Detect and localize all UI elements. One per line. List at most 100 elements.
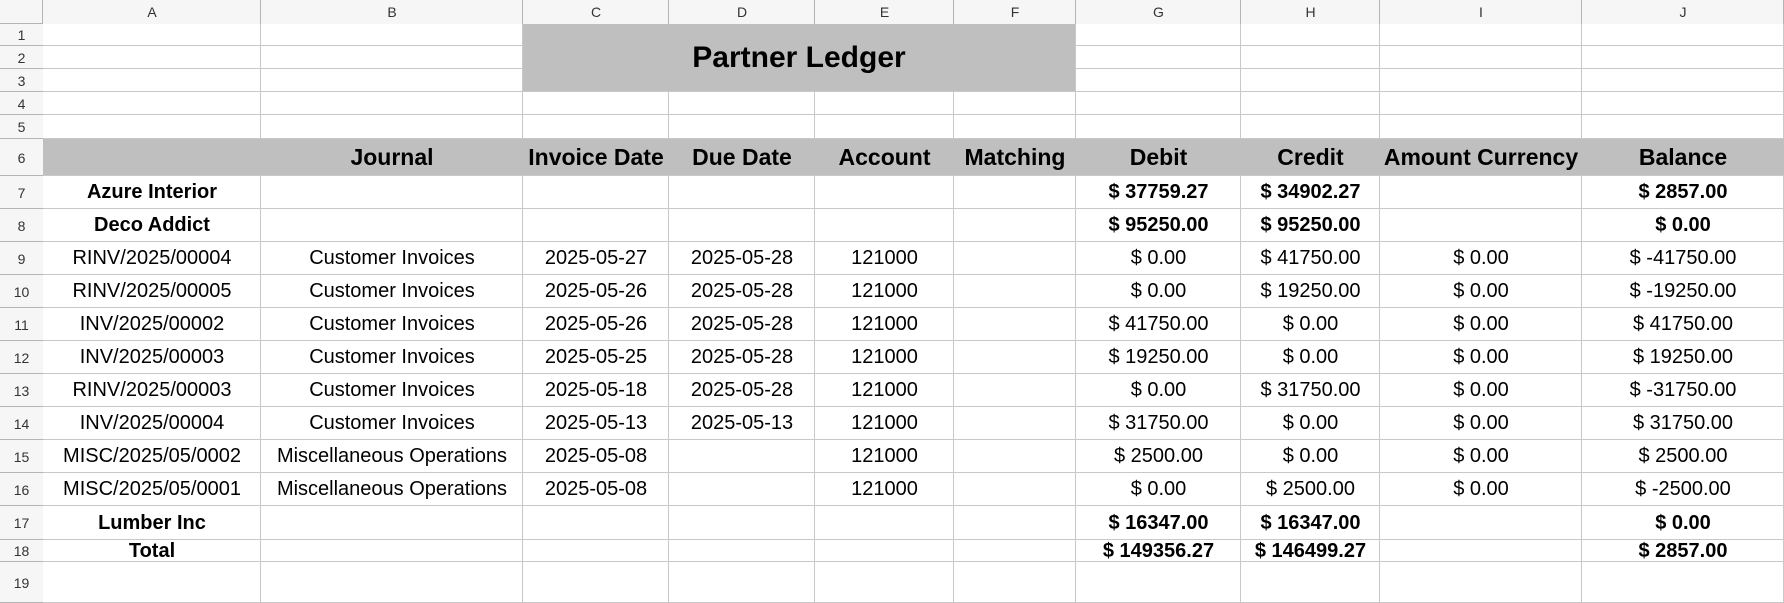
ledger-line-cell[interactable]: Miscellaneous Operations bbox=[261, 440, 523, 473]
ledger-line-cell[interactable]: $ 2500.00 bbox=[1241, 473, 1380, 506]
row-header-5[interactable]: 5 bbox=[0, 115, 43, 139]
partner-subtotal-cell[interactable] bbox=[669, 209, 815, 242]
partner-subtotal-cell[interactable] bbox=[954, 176, 1076, 209]
ledger-line-cell[interactable]: 2025-05-28 bbox=[669, 275, 815, 308]
total-cell[interactable] bbox=[1380, 540, 1582, 562]
invoice-date-header[interactable]: Invoice Date bbox=[523, 139, 669, 176]
ledger-line-cell[interactable]: MISC/2025/05/0002 bbox=[43, 440, 261, 473]
ledger-line-cell[interactable] bbox=[954, 308, 1076, 341]
row-header-15[interactable]: 15 bbox=[0, 440, 43, 473]
due-date-header[interactable]: Due Date bbox=[669, 139, 815, 176]
debit-header[interactable]: Debit bbox=[1076, 139, 1241, 176]
partner-subtotal-cell[interactable] bbox=[1380, 176, 1582, 209]
ledger-line-cell[interactable]: $ 19250.00 bbox=[1582, 341, 1784, 374]
ledger-line-cell[interactable] bbox=[954, 407, 1076, 440]
ledger-line-cell[interactable]: $ 0.00 bbox=[1076, 473, 1241, 506]
column-header-g[interactable]: G bbox=[1076, 0, 1241, 24]
column-header-i[interactable]: I bbox=[1380, 0, 1582, 24]
partner-subtotal-cell[interactable]: Azure Interior bbox=[43, 176, 261, 209]
ledger-line-cell[interactable]: $ 41750.00 bbox=[1076, 308, 1241, 341]
column-header-d[interactable]: D bbox=[669, 0, 815, 24]
ledger-line-cell[interactable]: $ 0.00 bbox=[1241, 440, 1380, 473]
ledger-line-cell[interactable]: 121000 bbox=[815, 341, 954, 374]
ledger-line-cell[interactable]: 2025-05-13 bbox=[669, 407, 815, 440]
row-header-11[interactable]: 11 bbox=[0, 308, 43, 341]
ledger-line-cell[interactable]: $ 41750.00 bbox=[1241, 242, 1380, 275]
ledger-line-cell[interactable]: MISC/2025/05/0001 bbox=[43, 473, 261, 506]
column-header-f[interactable]: F bbox=[954, 0, 1076, 24]
ledger-line-cell[interactable]: 121000 bbox=[815, 473, 954, 506]
partner-subtotal-cell[interactable] bbox=[261, 506, 523, 540]
ledger-line-cell[interactable]: 2025-05-26 bbox=[523, 308, 669, 341]
ledger-line-cell[interactable]: $ 0.00 bbox=[1380, 407, 1582, 440]
partner-subtotal-cell[interactable] bbox=[815, 209, 954, 242]
column-header-c[interactable]: C bbox=[523, 0, 669, 24]
ledger-line-cell[interactable]: $ 0.00 bbox=[1380, 341, 1582, 374]
row-header-8[interactable]: 8 bbox=[0, 209, 43, 242]
ledger-line-cell[interactable]: $ 0.00 bbox=[1241, 341, 1380, 374]
ledger-line-cell[interactable]: $ 31750.00 bbox=[1582, 407, 1784, 440]
ledger-line-cell[interactable] bbox=[669, 440, 815, 473]
column-header-j[interactable]: J bbox=[1582, 0, 1784, 24]
ledger-line-cell[interactable] bbox=[954, 341, 1076, 374]
row-header-4[interactable]: 4 bbox=[0, 92, 43, 115]
ledger-line-cell[interactable]: $ 19250.00 bbox=[1076, 341, 1241, 374]
ledger-line-cell[interactable]: Customer Invoices bbox=[261, 341, 523, 374]
partner-subtotal-cell[interactable] bbox=[261, 176, 523, 209]
ledger-line-cell[interactable] bbox=[954, 440, 1076, 473]
ledger-line-cell[interactable]: $ 0.00 bbox=[1380, 275, 1582, 308]
ledger-line-cell[interactable]: $ -2500.00 bbox=[1582, 473, 1784, 506]
partner-subtotal-cell[interactable] bbox=[1380, 209, 1582, 242]
column-header-e[interactable]: E bbox=[815, 0, 954, 24]
partner-subtotal-cell[interactable]: Deco Addict bbox=[43, 209, 261, 242]
row-header-6[interactable]: 6 bbox=[0, 139, 43, 176]
account-header[interactable] bbox=[43, 139, 261, 176]
row-header-1[interactable]: 1 bbox=[0, 24, 43, 46]
account-number-header[interactable]: Account bbox=[815, 139, 954, 176]
balance-header[interactable]: Balance bbox=[1582, 139, 1784, 176]
partner-subtotal-cell[interactable]: $ 16347.00 bbox=[1241, 506, 1380, 540]
row-header-16[interactable]: 16 bbox=[0, 473, 43, 506]
row-header-18[interactable]: 18 bbox=[0, 540, 43, 562]
ledger-line-cell[interactable]: INV/2025/00003 bbox=[43, 341, 261, 374]
ledger-line-cell[interactable]: Customer Invoices bbox=[261, 374, 523, 407]
ledger-line-cell[interactable]: $ 2500.00 bbox=[1582, 440, 1784, 473]
total-cell[interactable] bbox=[954, 540, 1076, 562]
row-header-7[interactable]: 7 bbox=[0, 176, 43, 209]
ledger-line-cell[interactable]: $ 0.00 bbox=[1380, 473, 1582, 506]
partner-subtotal-cell[interactable]: $ 95250.00 bbox=[1076, 209, 1241, 242]
ledger-line-cell[interactable]: 2025-05-28 bbox=[669, 242, 815, 275]
ledger-line-cell[interactable]: $ 31750.00 bbox=[1076, 407, 1241, 440]
ledger-line-cell[interactable] bbox=[954, 242, 1076, 275]
total-cell[interactable] bbox=[669, 540, 815, 562]
row-header-19[interactable]: 19 bbox=[0, 562, 43, 603]
ledger-line-cell[interactable]: $ 19250.00 bbox=[1241, 275, 1380, 308]
partner-subtotal-cell[interactable] bbox=[1380, 506, 1582, 540]
ledger-line-cell[interactable] bbox=[954, 473, 1076, 506]
partner-subtotal-cell[interactable] bbox=[954, 209, 1076, 242]
partner-subtotal-cell[interactable]: $ 95250.00 bbox=[1241, 209, 1380, 242]
matching-header[interactable]: Matching bbox=[954, 139, 1076, 176]
ledger-line-cell[interactable]: INV/2025/00002 bbox=[43, 308, 261, 341]
ledger-line-cell[interactable]: 2025-05-28 bbox=[669, 308, 815, 341]
partner-subtotal-cell[interactable] bbox=[815, 176, 954, 209]
amount-currency-header[interactable]: Amount Currency bbox=[1380, 139, 1582, 176]
ledger-line-cell[interactable]: RINV/2025/00003 bbox=[43, 374, 261, 407]
ledger-line-cell[interactable]: $ 0.00 bbox=[1241, 407, 1380, 440]
total-cell[interactable]: Total bbox=[43, 540, 261, 562]
row-header-17[interactable]: 17 bbox=[0, 506, 43, 540]
ledger-line-cell[interactable]: 121000 bbox=[815, 275, 954, 308]
partner-subtotal-cell[interactable] bbox=[523, 209, 669, 242]
ledger-line-cell[interactable]: $ 0.00 bbox=[1076, 374, 1241, 407]
partner-subtotal-cell[interactable] bbox=[669, 176, 815, 209]
partner-subtotal-cell[interactable] bbox=[669, 506, 815, 540]
ledger-line-cell[interactable]: $ 0.00 bbox=[1076, 242, 1241, 275]
partner-subtotal-cell[interactable]: $ 0.00 bbox=[1582, 209, 1784, 242]
ledger-line-cell[interactable]: Customer Invoices bbox=[261, 308, 523, 341]
ledger-line-cell[interactable]: Miscellaneous Operations bbox=[261, 473, 523, 506]
partner-subtotal-cell[interactable] bbox=[261, 209, 523, 242]
ledger-line-cell[interactable]: Customer Invoices bbox=[261, 407, 523, 440]
partner-subtotal-cell[interactable] bbox=[523, 176, 669, 209]
ledger-line-cell[interactable]: INV/2025/00004 bbox=[43, 407, 261, 440]
total-cell[interactable] bbox=[815, 540, 954, 562]
